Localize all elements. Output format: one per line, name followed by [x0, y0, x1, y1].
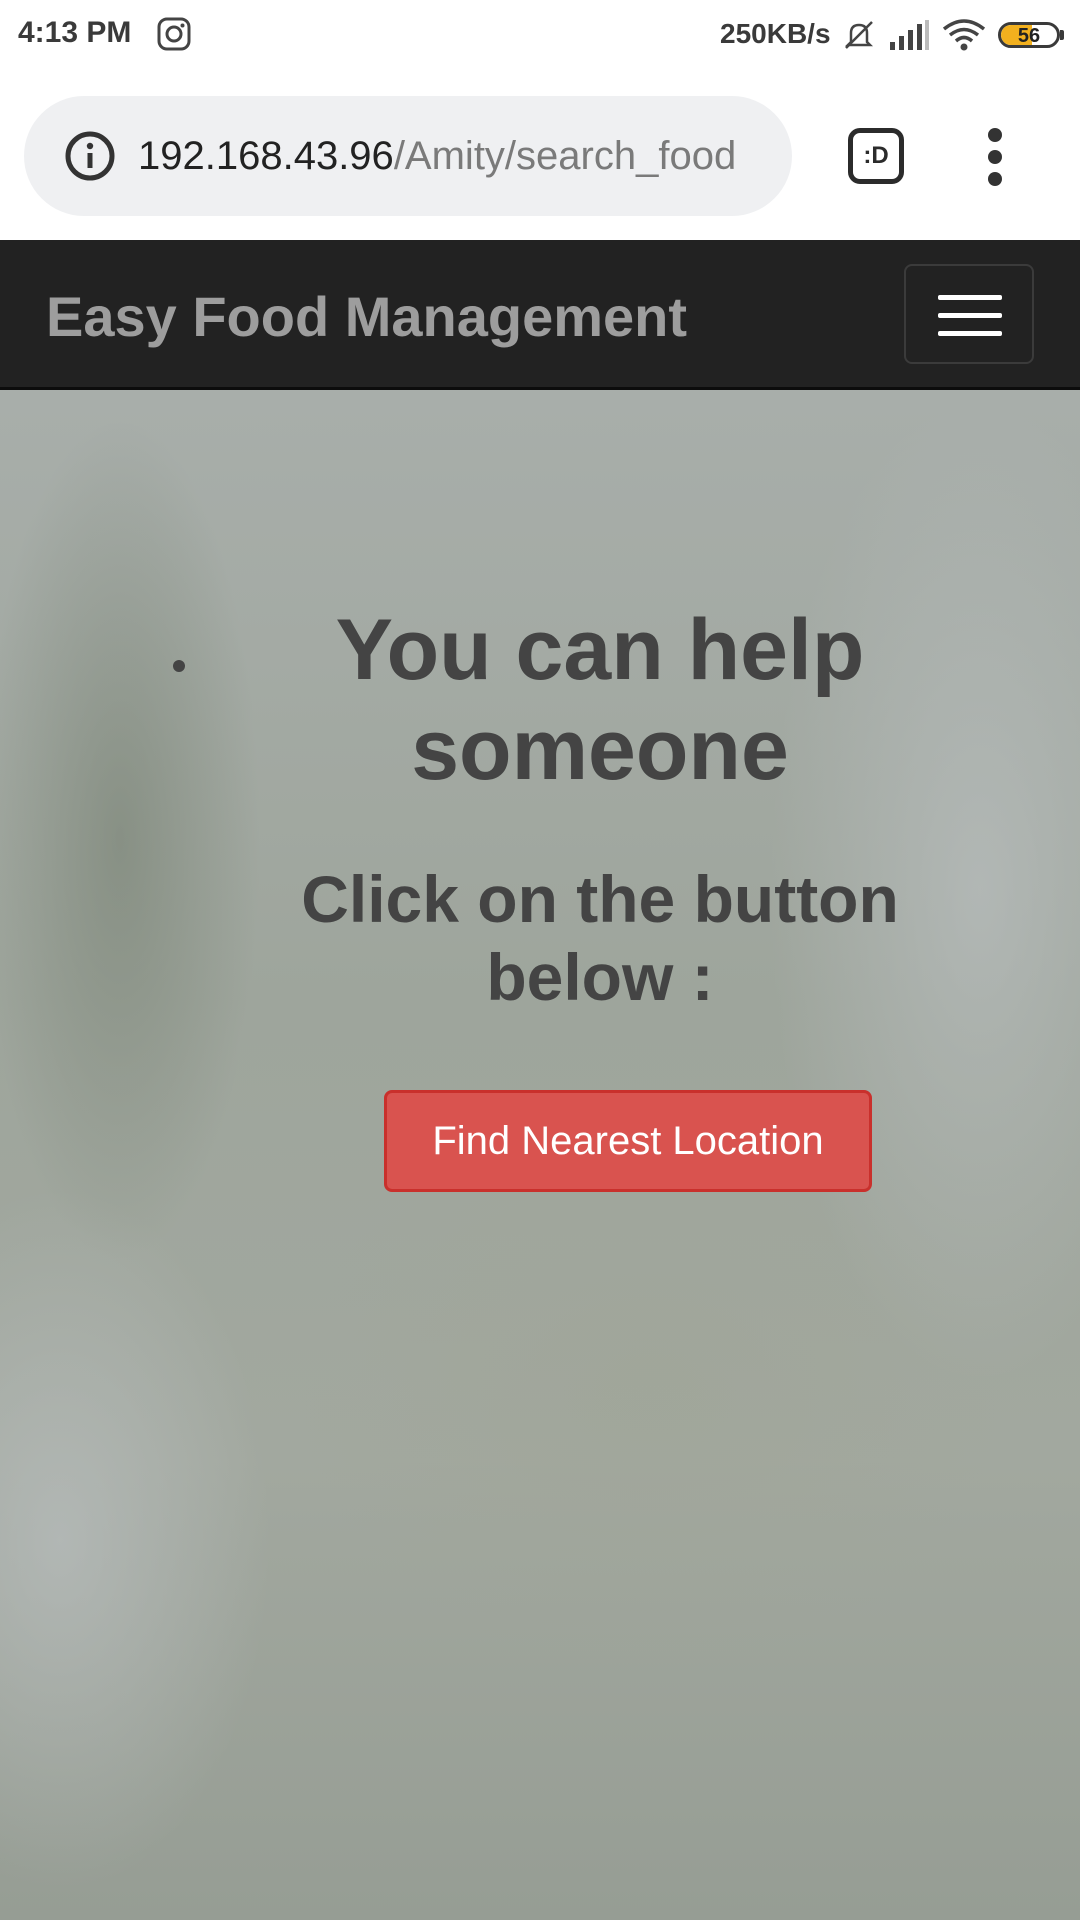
extension-label: :D [863, 142, 889, 169]
hamburger-menu-icon[interactable] [904, 264, 1034, 364]
site-navbar: Easy Food Management [0, 240, 1080, 390]
url-path: /Amity/search_food [393, 134, 737, 178]
main-content: You can help someone Click on the button… [0, 390, 1080, 1920]
more-menu-icon[interactable] [982, 128, 1010, 188]
wifi-icon [942, 19, 986, 51]
menu-dot [988, 150, 1002, 164]
battery-nub [1060, 30, 1064, 40]
page-subtitle: Click on the button below : [301, 862, 899, 1014]
list-bullet [173, 660, 185, 672]
browser-toolbar: 192.168.43.96/Amity/search_food :D [0, 72, 1080, 240]
hamburger-line [938, 313, 1002, 318]
extension-button[interactable]: :D [848, 128, 904, 184]
url-host: 192.168.43.96 [138, 134, 394, 178]
menu-dot [988, 172, 1002, 186]
network-speed: 250KB/s [720, 18, 831, 49]
status-time: 4:13 PM [18, 16, 132, 49]
page-title: You can help someone [335, 602, 865, 798]
status-bar: 4:13 PM 250KB/s 56 [0, 0, 1080, 72]
signal-icon [890, 20, 929, 50]
brand-link[interactable]: Easy Food Management [46, 284, 687, 349]
address-bar[interactable]: 192.168.43.96/Amity/search_food [24, 96, 792, 216]
instagram-icon [157, 17, 191, 51]
menu-dot [988, 128, 1002, 142]
battery-level: 56 [1017, 25, 1041, 47]
hamburger-line [938, 295, 1002, 300]
info-icon[interactable] [64, 130, 116, 182]
hamburger-line [938, 331, 1002, 336]
find-nearest-location-button[interactable]: Find Nearest Location [384, 1090, 872, 1192]
url-text[interactable]: 192.168.43.96/Amity/search_food [138, 132, 788, 180]
battery-icon: 56 [998, 22, 1060, 48]
mute-icon [844, 21, 874, 49]
